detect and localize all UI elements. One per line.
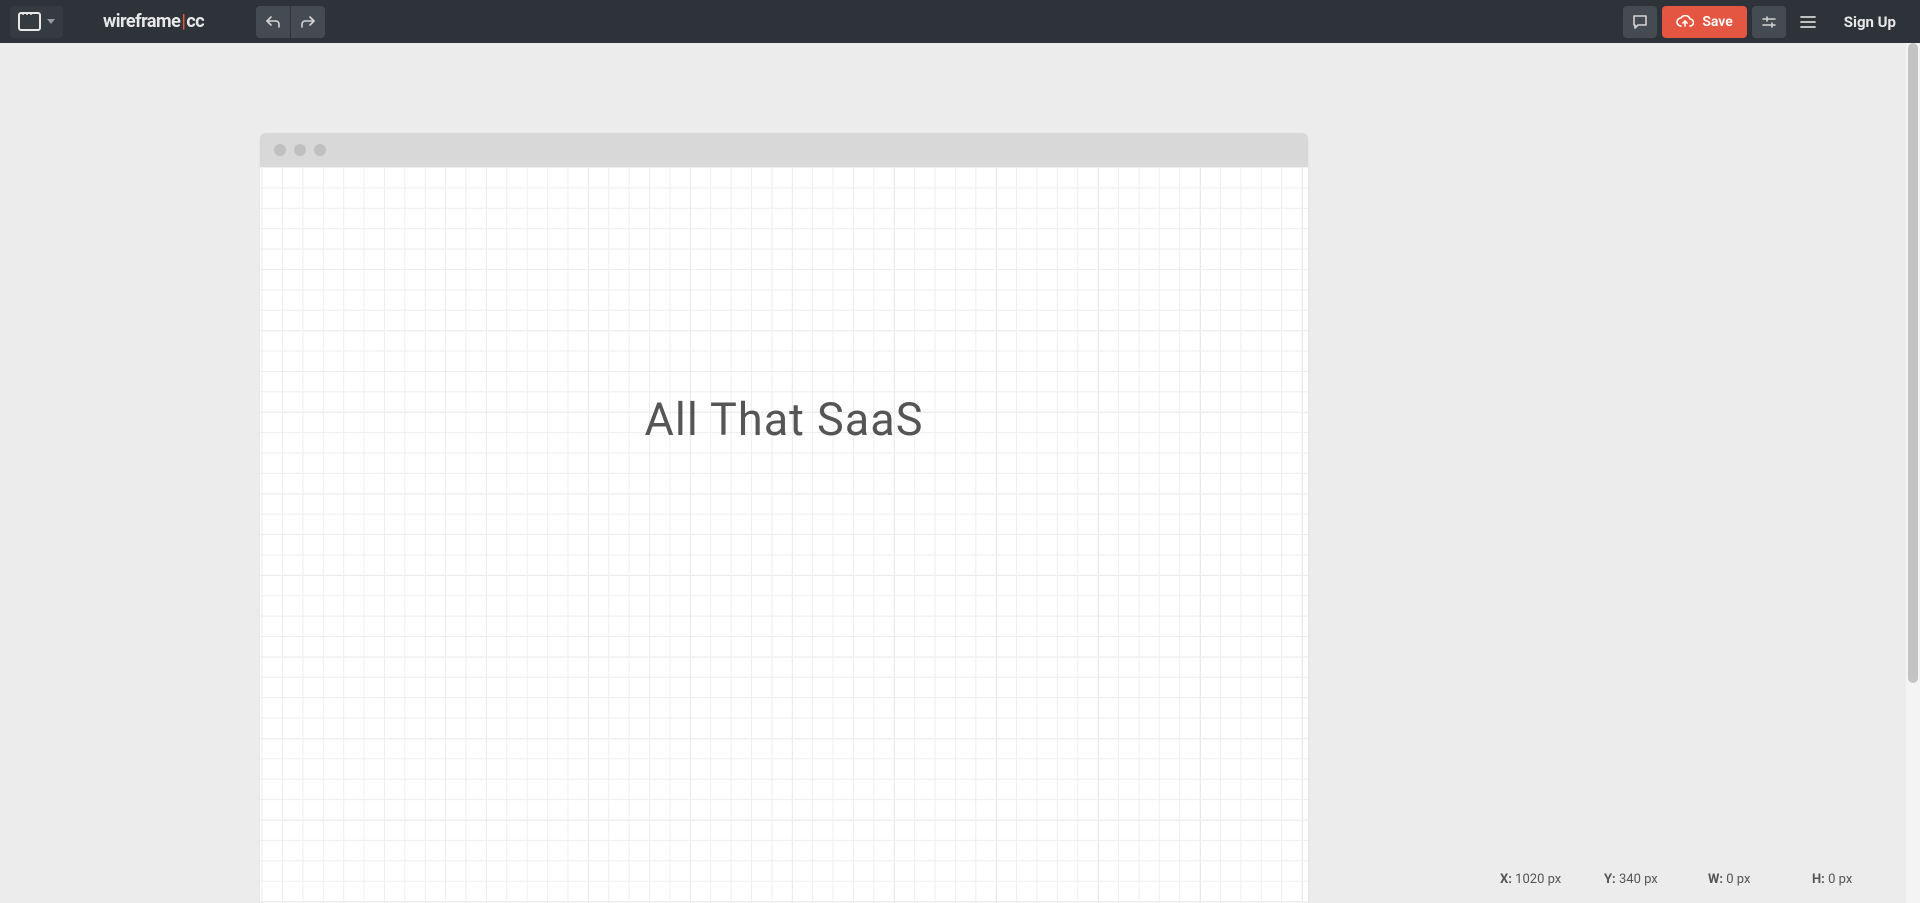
wireframe-canvas-grid[interactable]: All That SaaS (260, 167, 1308, 903)
menu-button[interactable] (1791, 6, 1825, 38)
comment-button[interactable] (1623, 6, 1657, 38)
status-x: X: 1020 px (1494, 872, 1598, 887)
top-toolbar: wireframe | cc Save Sign Up (0, 0, 1920, 43)
vertical-scrollbar[interactable] (1906, 43, 1920, 903)
logo[interactable]: wireframe | cc (103, 11, 204, 32)
save-label: Save (1702, 14, 1732, 30)
undo-redo-group (256, 6, 325, 38)
signup-button[interactable]: Sign Up (1830, 13, 1910, 31)
toolbar-right: Save Sign Up (1623, 6, 1910, 38)
cloud-upload-icon (1676, 15, 1694, 29)
comment-icon (1632, 14, 1648, 30)
status-h-label: H: (1812, 872, 1825, 887)
undo-button[interactable] (256, 6, 290, 38)
status-y-label: Y: (1604, 872, 1616, 887)
canvas-heading-text[interactable]: All That SaaS (260, 393, 1308, 446)
redo-icon (300, 15, 316, 29)
undo-icon (265, 15, 281, 29)
redo-button[interactable] (291, 6, 325, 38)
logo-text-2: cc (186, 11, 204, 32)
status-h: H: 0 px (1806, 872, 1910, 887)
status-w-label: W: (1708, 872, 1723, 887)
status-w-value: 0 px (1726, 872, 1750, 887)
logo-separator: | (181, 11, 185, 32)
hamburger-icon (1799, 15, 1817, 29)
sliders-icon (1761, 15, 1777, 29)
status-x-label: X: (1500, 872, 1512, 887)
chevron-down-icon (47, 19, 55, 24)
wireframe-browser-window: All That SaaS (260, 133, 1308, 903)
status-y: Y: 340 px (1598, 872, 1702, 887)
status-h-value: 0 px (1828, 872, 1852, 887)
toolbar-left: wireframe | cc (10, 6, 325, 38)
settings-sliders-button[interactable] (1752, 6, 1786, 38)
device-selector-button[interactable] (10, 6, 63, 38)
logo-text-1: wireframe (103, 11, 180, 32)
window-dot-icon (294, 144, 306, 156)
window-dot-icon (314, 144, 326, 156)
status-w: W: 0 px (1702, 872, 1806, 887)
save-button[interactable]: Save (1662, 6, 1746, 38)
window-dot-icon (274, 144, 286, 156)
wireframe-browser-header (260, 133, 1308, 167)
vertical-scrollbar-thumb[interactable] (1908, 43, 1918, 683)
browser-window-icon (18, 12, 41, 31)
status-bar: X: 1020 px Y: 340 px W: 0 px H: 0 px (1494, 855, 1910, 903)
status-x-value: 1020 px (1515, 872, 1561, 887)
status-y-value: 340 px (1619, 872, 1658, 887)
signup-label: Sign Up (1844, 13, 1896, 31)
canvas-area[interactable]: All That SaaS (0, 43, 1920, 903)
